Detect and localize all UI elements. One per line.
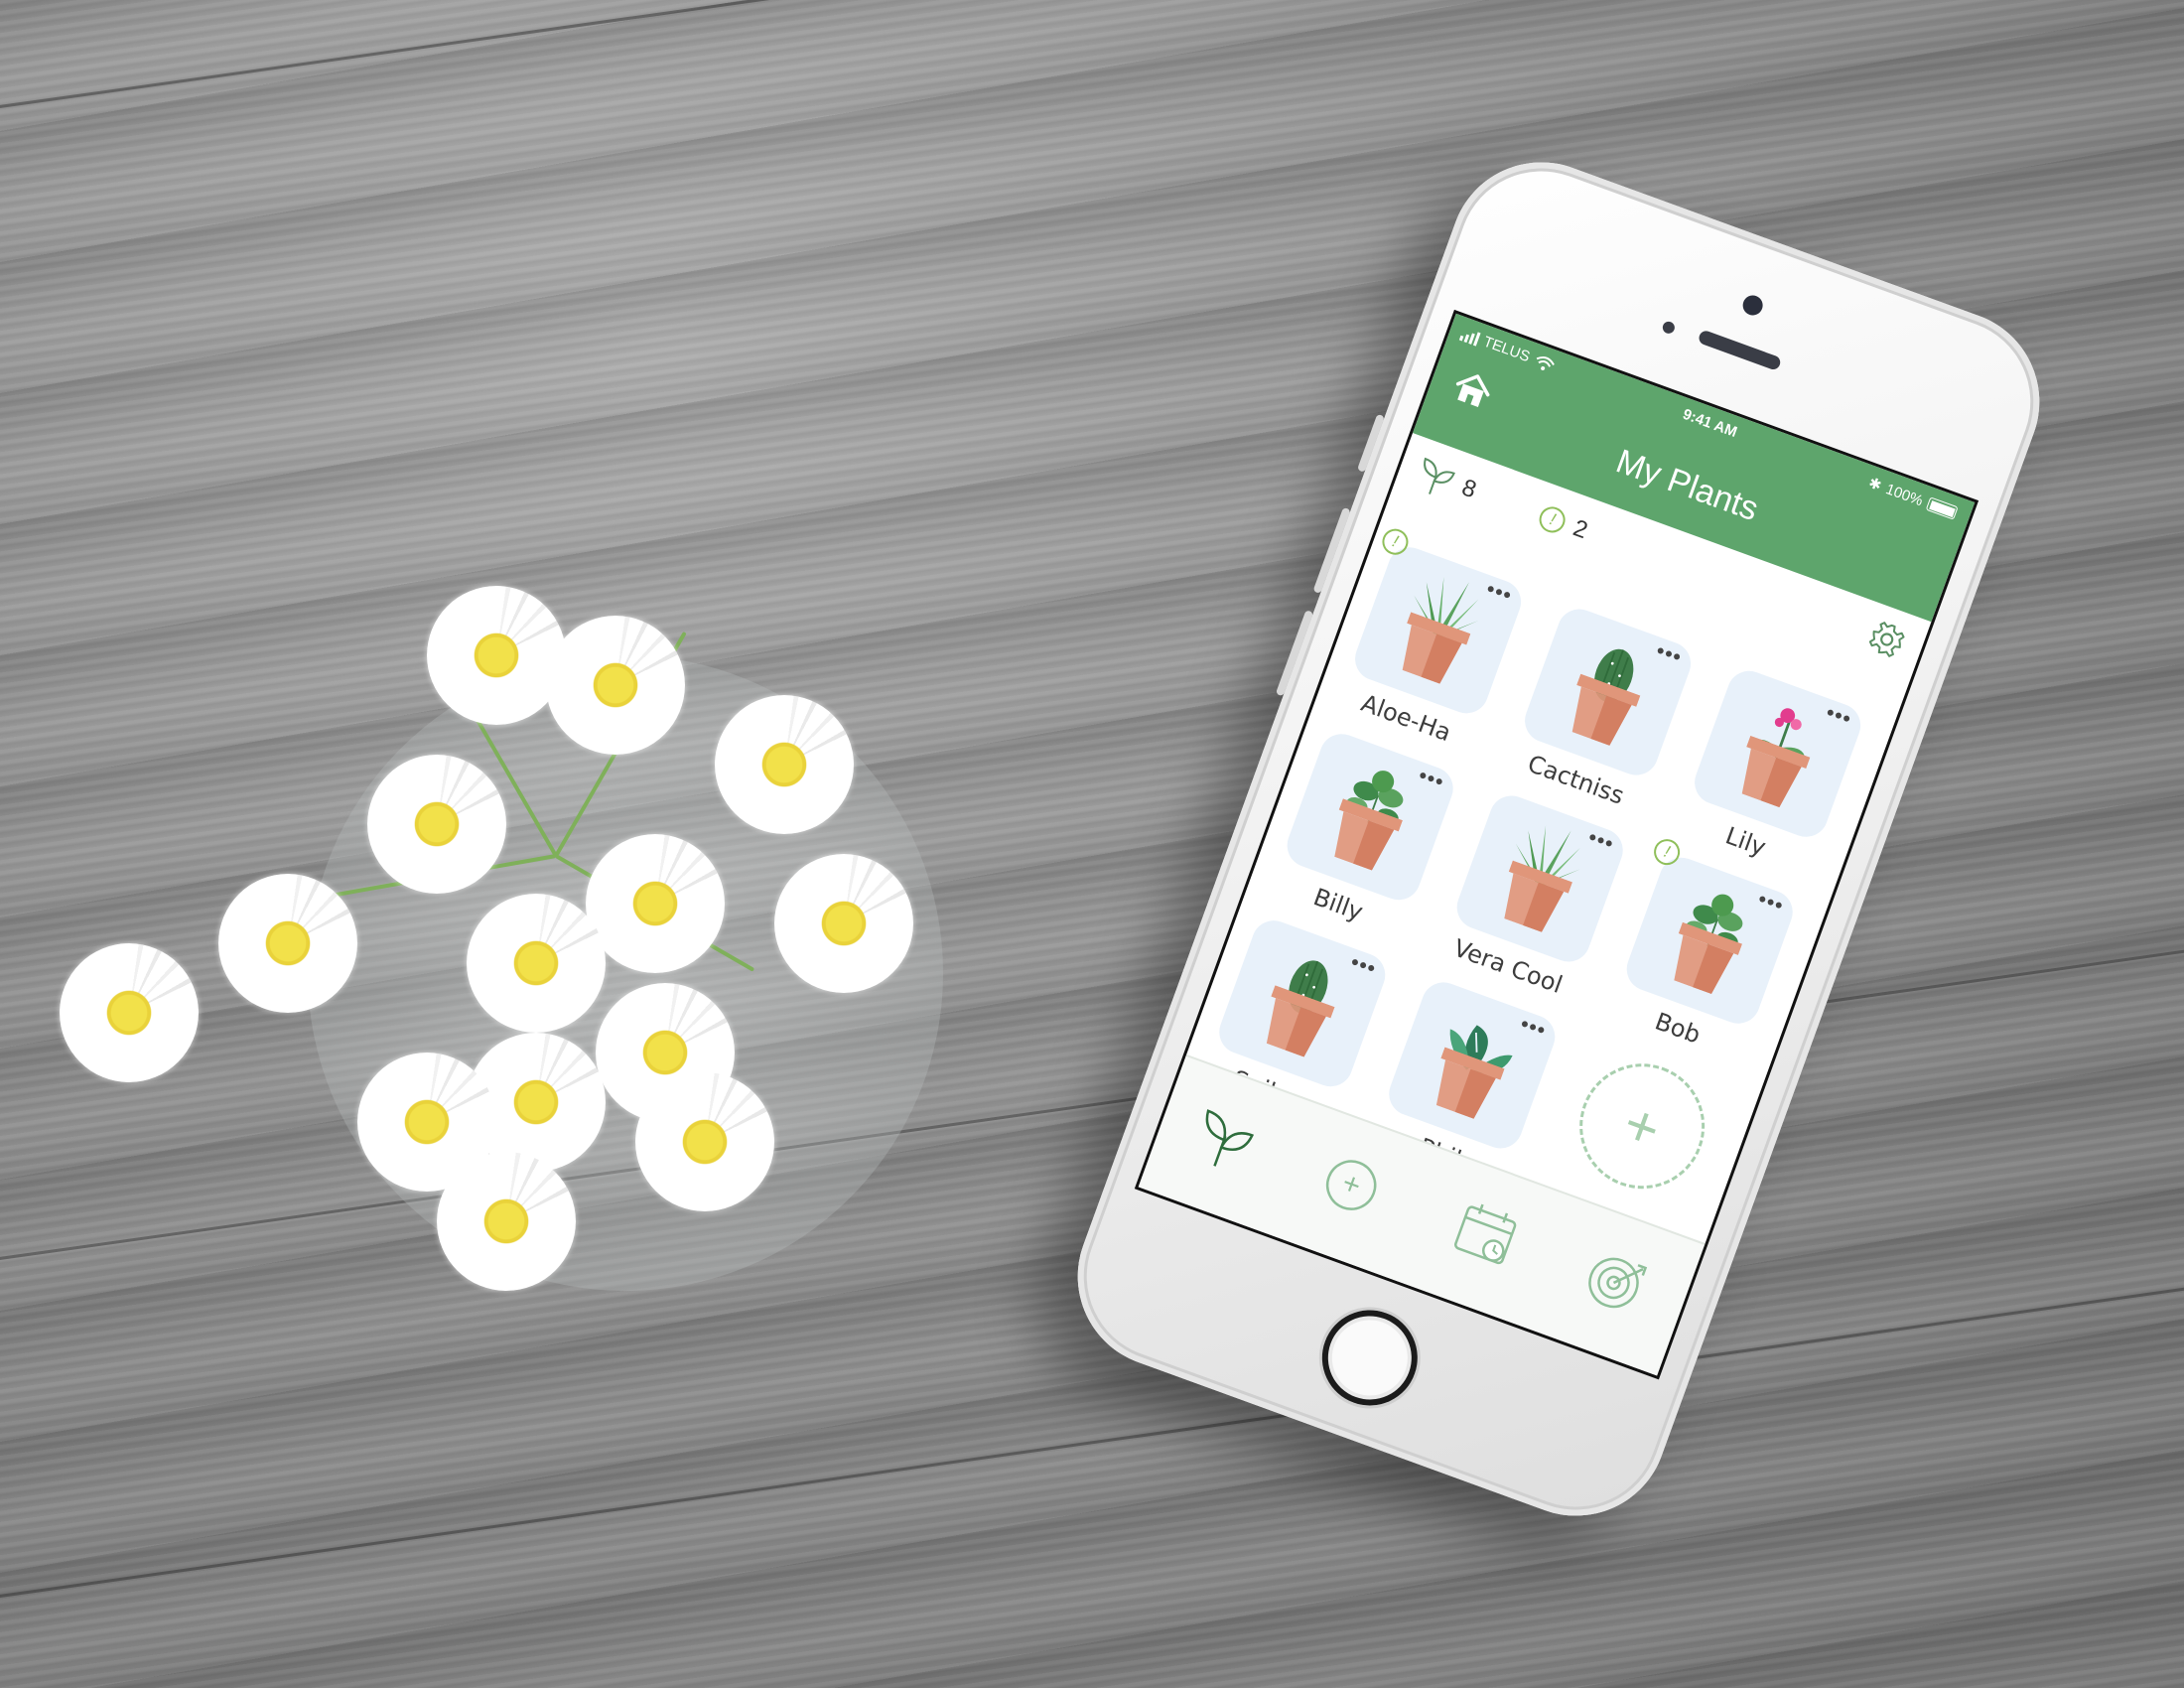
daisy: [427, 586, 566, 725]
more-options-icon[interactable]: •••: [1347, 949, 1380, 981]
more-options-icon[interactable]: •••: [1823, 699, 1855, 731]
more-options-icon[interactable]: •••: [1653, 637, 1686, 669]
calendar-icon[interactable]: [1441, 1190, 1531, 1279]
daisy: [715, 695, 854, 834]
plus-icon: +: [1615, 1089, 1670, 1163]
add-new-circle[interactable]: +: [1562, 1046, 1722, 1206]
more-options-icon[interactable]: •••: [1416, 763, 1448, 794]
plant-count-value: 8: [1457, 474, 1480, 504]
status-battery: ✱ 100%: [1866, 474, 1960, 522]
daisy: [60, 943, 199, 1082]
daisy: [774, 854, 913, 993]
alert-count: ! 2: [1536, 502, 1591, 545]
daisy: [367, 755, 506, 894]
app-header: TELUS 9:41 AM ✱ 100% My Plants: [1413, 313, 1976, 623]
daisy: [437, 1152, 576, 1291]
tab-sprout-icon[interactable]: [1180, 1094, 1270, 1184]
alert-icon: !: [1536, 502, 1570, 537]
battery-percent: 100%: [1883, 480, 1926, 509]
more-options-icon[interactable]: •••: [1755, 886, 1788, 917]
front-camera: [1739, 292, 1766, 319]
tab-add-plant[interactable]: +: [1306, 1141, 1396, 1230]
daisy: [546, 616, 685, 755]
earpiece-speaker: [1697, 329, 1783, 371]
more-options-icon[interactable]: •••: [1483, 576, 1516, 608]
gear-icon[interactable]: [1864, 617, 1910, 662]
alert-count-value: 2: [1570, 514, 1591, 545]
target-icon[interactable]: [1571, 1237, 1661, 1327]
add-plus-symbol: +: [1337, 1166, 1366, 1203]
more-options-icon[interactable]: •••: [1585, 824, 1618, 856]
daisy: [586, 834, 725, 973]
daisy: [467, 894, 606, 1033]
home-button[interactable]: [1308, 1296, 1432, 1419]
proximity-sensor: [1661, 320, 1677, 336]
daisy: [635, 1072, 774, 1211]
daisy: [218, 874, 357, 1013]
plank-seam: [0, 0, 2184, 122]
plant-count: 8: [1411, 452, 1481, 510]
sprout-icon: [1424, 457, 1455, 494]
more-options-icon[interactable]: •••: [1517, 1011, 1550, 1043]
battery-icon: [1925, 496, 1959, 520]
